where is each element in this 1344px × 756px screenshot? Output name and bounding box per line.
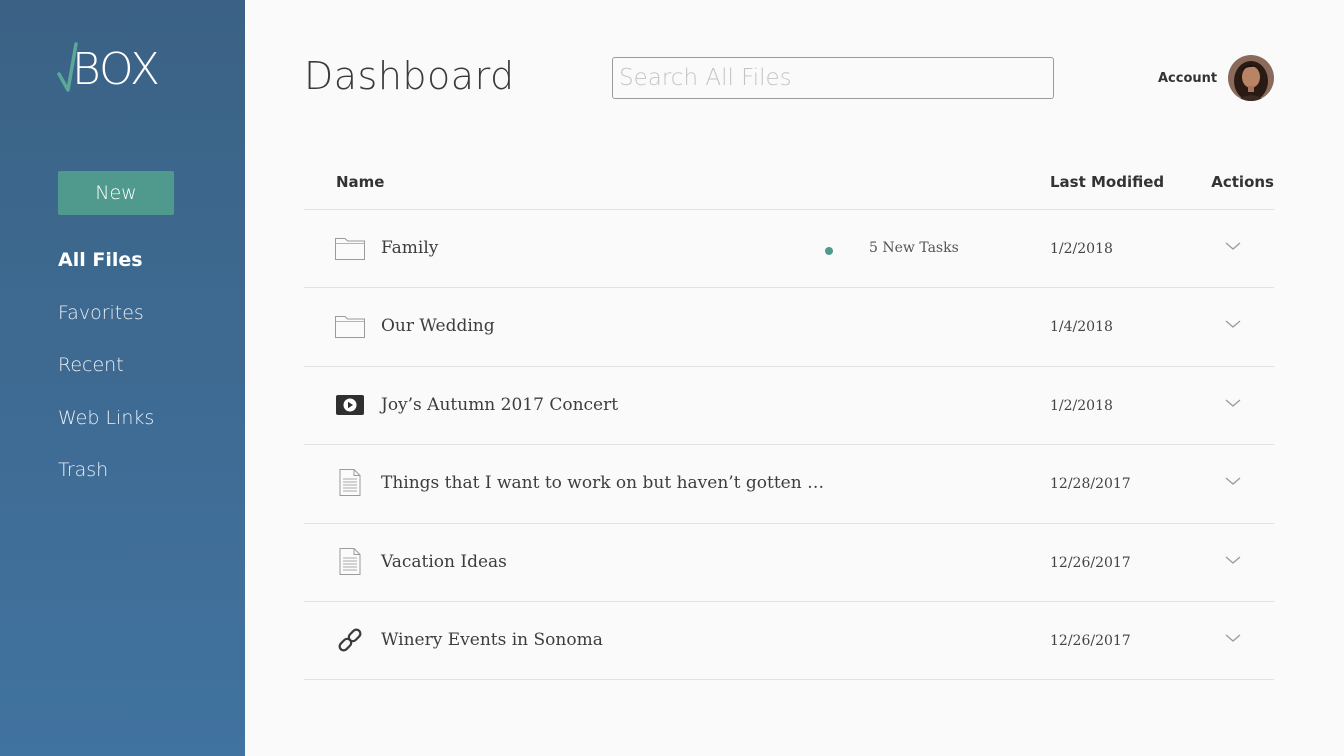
new-button[interactable]: New xyxy=(58,171,174,215)
last-modified: 1/4/2018 xyxy=(1050,319,1113,336)
chevron-down-icon[interactable] xyxy=(1224,475,1242,487)
last-modified: 1/2/2018 xyxy=(1050,397,1113,414)
avatar[interactable] xyxy=(1228,55,1274,101)
task-count[interactable]: 5 New Tasks xyxy=(869,240,959,256)
chevron-down-icon[interactable] xyxy=(1224,632,1242,644)
user-photo-icon xyxy=(1228,55,1274,101)
file-list: Family 5 New Tasks 1/2/2018 Our Wedding … xyxy=(304,210,1274,681)
sidebar-item-web-links[interactable]: Web Links xyxy=(58,402,154,455)
last-modified: 12/26/2017 xyxy=(1050,632,1131,649)
table-row[interactable]: Vacation Ideas 12/26/2017 xyxy=(304,524,1274,602)
sidebar-item-trash[interactable]: Trash xyxy=(58,454,154,507)
table-row[interactable]: Our Wedding 1/4/2018 xyxy=(304,288,1274,367)
file-name[interactable]: Vacation Ideas xyxy=(381,552,507,572)
last-modified: 12/28/2017 xyxy=(1050,476,1131,493)
sidebar: BOX New All Files Favorites Recent Web L… xyxy=(0,0,245,756)
file-name[interactable]: Our Wedding xyxy=(381,316,495,336)
chevron-down-icon[interactable] xyxy=(1224,554,1242,566)
last-modified: 1/2/2018 xyxy=(1050,241,1113,257)
chevron-down-icon[interactable] xyxy=(1224,397,1242,409)
app-window: BOX New All Files Favorites Recent Web L… xyxy=(0,0,1344,756)
box-logo[interactable]: BOX xyxy=(56,40,166,96)
file-name[interactable]: Winery Events in Sonoma xyxy=(381,630,603,650)
folder-icon xyxy=(335,238,365,260)
logo-text: BOX xyxy=(72,44,160,95)
link-icon xyxy=(338,628,362,652)
last-modified: 12/26/2017 xyxy=(1050,554,1131,571)
video-icon xyxy=(336,394,364,415)
file-name[interactable]: Things that I want to work on but haven’… xyxy=(381,473,824,493)
file-name[interactable]: Joy’s Autumn 2017 Concert xyxy=(381,395,618,415)
column-header-last-modified[interactable]: Last Modified xyxy=(1050,173,1164,191)
file-name[interactable]: Family xyxy=(381,238,438,258)
sidebar-item-recent[interactable]: Recent xyxy=(58,349,154,402)
column-header-actions: Actions xyxy=(1211,173,1274,191)
folder-icon xyxy=(335,316,365,339)
page-title: Dashboard xyxy=(304,54,515,98)
table-header: Name Last Modified Actions xyxy=(304,165,1274,210)
table-row[interactable]: Family 5 New Tasks 1/2/2018 xyxy=(304,210,1274,289)
sidebar-nav: All Files Favorites Recent Web Links Tra… xyxy=(58,244,154,507)
sidebar-item-favorites[interactable]: Favorites xyxy=(58,297,154,350)
document-icon xyxy=(339,547,361,575)
task-status-dot xyxy=(825,247,833,255)
sidebar-item-all-files[interactable]: All Files xyxy=(58,244,154,297)
chevron-down-icon[interactable] xyxy=(1224,240,1242,252)
table-row[interactable]: Joy’s Autumn 2017 Concert 1/2/2018 xyxy=(304,367,1274,446)
search-input[interactable] xyxy=(612,57,1054,99)
account-link[interactable]: Account xyxy=(1158,71,1217,86)
table-row[interactable]: Things that I want to work on but haven’… xyxy=(304,445,1274,524)
chevron-down-icon[interactable] xyxy=(1224,318,1242,330)
column-header-name[interactable]: Name xyxy=(336,173,384,191)
document-icon xyxy=(339,469,361,497)
table-row[interactable]: Winery Events in Sonoma 12/26/2017 xyxy=(304,602,1274,681)
